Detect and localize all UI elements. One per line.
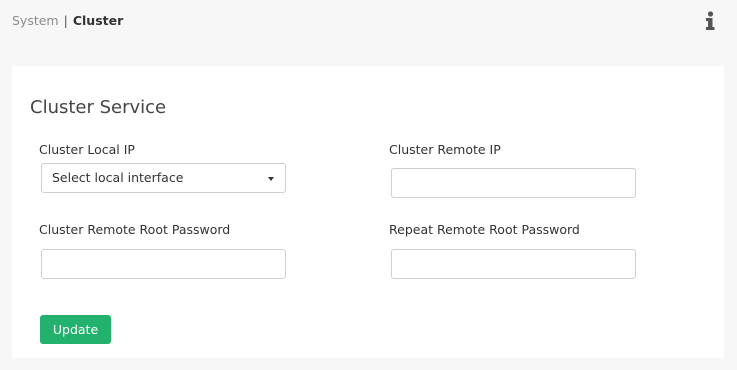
remote-password-label: Cluster Remote Root Password <box>39 222 231 237</box>
remote-ip-label: Cluster Remote IP <box>389 142 501 157</box>
cluster-service-card: Cluster Service Cluster Local IP Select … <box>12 66 724 358</box>
repeat-password-label: Repeat Remote Root Password <box>389 222 580 237</box>
info-icon[interactable] <box>703 11 717 31</box>
caret-down-icon <box>268 177 274 181</box>
info-icon-glyph <box>706 11 715 30</box>
breadcrumb: System | Cluster <box>12 13 123 29</box>
breadcrumb-current: Cluster <box>72 13 124 28</box>
local-interface-select[interactable]: Select local interface <box>41 163 286 193</box>
remote-password-input[interactable] <box>41 249 286 279</box>
breadcrumb-separator: | <box>63 13 68 28</box>
remote-ip-input[interactable] <box>391 168 636 198</box>
local-interface-select-value: Select local interface <box>52 170 184 185</box>
card-title: Cluster Service <box>30 97 167 118</box>
local-ip-label: Cluster Local IP <box>39 142 135 157</box>
breadcrumb-system-link[interactable]: System <box>12 13 59 28</box>
repeat-password-input[interactable] <box>391 249 636 279</box>
update-button[interactable]: Update <box>40 315 111 344</box>
top-bar: System | Cluster <box>0 0 737 44</box>
